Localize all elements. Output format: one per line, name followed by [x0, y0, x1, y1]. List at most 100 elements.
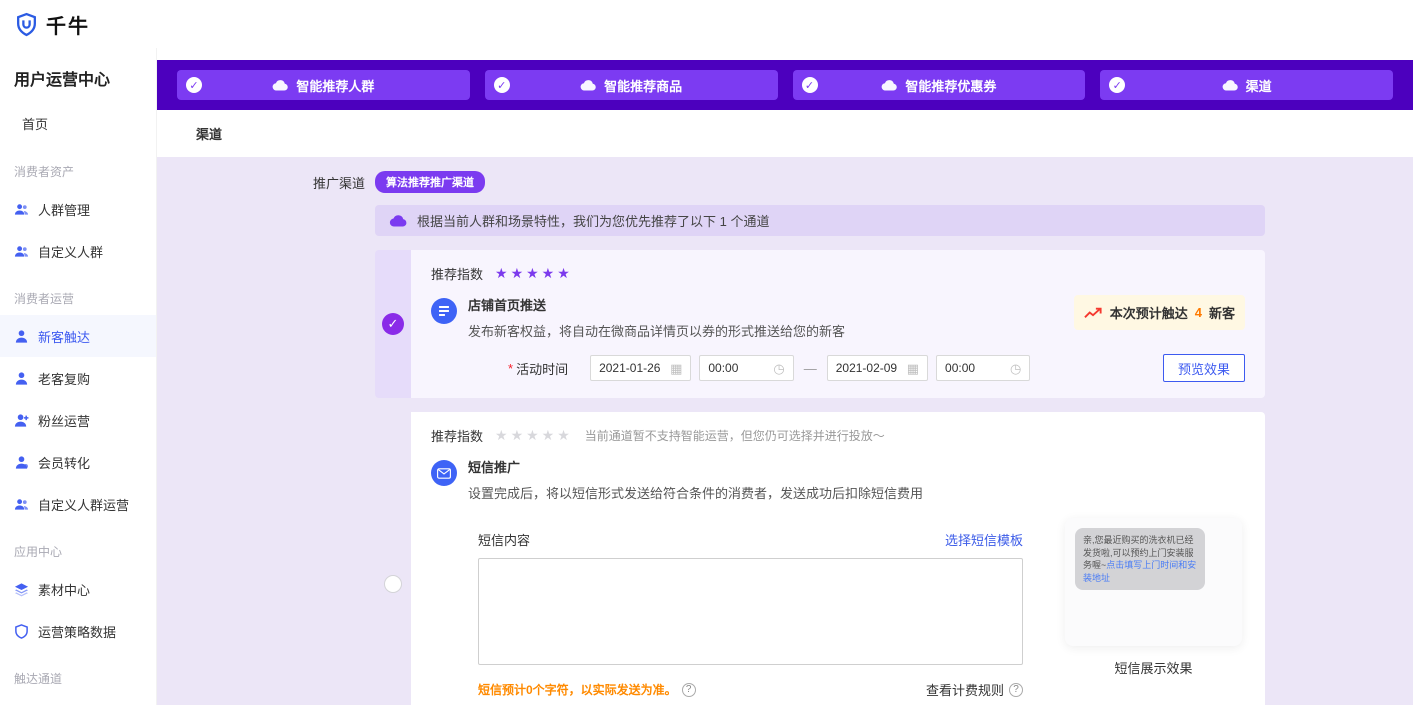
radio-unselected[interactable]	[384, 574, 402, 593]
algorithm-badge: 算法推荐推广渠道	[375, 171, 485, 193]
app-logo[interactable]: 千牛	[14, 10, 90, 39]
steps-bar: ✓ 智能推荐人群 ✓ 智能推荐商品 ✓ 智能推荐优惠券 ✓ 渠道	[157, 60, 1413, 110]
sidebar-item-home[interactable]: 首页	[0, 104, 156, 145]
billing-rule-link[interactable]: 查看计费规则	[926, 680, 1004, 699]
sidebar-item-member-conversion[interactable]: 会员转化	[0, 441, 156, 483]
sms-preview-caption: 短信展示效果	[1114, 661, 1193, 676]
sidebar-item-label: 新客触达	[38, 329, 91, 345]
help-icon[interactable]: ?	[1009, 682, 1023, 697]
people-icon	[14, 244, 29, 259]
step-label: 智能推荐商品	[604, 78, 683, 94]
preview-effect-button[interactable]: 预览效果	[1162, 354, 1245, 382]
tab-bar: 渠道	[157, 110, 1413, 157]
sidebar-item-label: 运营策略数据	[38, 624, 117, 640]
start-time-field[interactable]: ◷	[699, 355, 794, 381]
sms-bubble: 亲,您最近购买的洗衣机已经发货啦,可以预约上门安装服务喔~点击填写上门时间和安装…	[1075, 528, 1205, 591]
start-date-input[interactable]	[599, 361, 666, 375]
check-circle-icon: ✓	[186, 77, 202, 93]
sidebar: 用户运营中心 首页 消费者资产 人群管理 自定义人群 消费者运营 新客触达 老客…	[0, 48, 157, 705]
sidebar-title: 用户运营中心	[14, 72, 111, 89]
person-icon	[14, 455, 29, 470]
sms-content-textarea[interactable]	[478, 558, 1023, 665]
phone-preview: 亲,您最近购买的洗衣机已经发货啦,可以预约上门安装服务喔~点击填写上门时间和安装…	[1065, 518, 1242, 646]
start-date-field[interactable]: ▦	[590, 355, 692, 381]
channel-card-store: ✓ 推荐指数 ★★★★★ 店铺首页推送 发布新客权益，将自动在微商品详情页以券的…	[375, 250, 1265, 398]
help-icon[interactable]: ?	[681, 682, 696, 697]
step-label: 智能推荐人群	[296, 78, 375, 94]
smart-cloud-icon	[1222, 79, 1239, 91]
rating-stars: ★★★★★	[495, 265, 573, 281]
channel-title: 店铺首页推送	[468, 298, 547, 313]
channel-card-sms: 推荐指数 ★★★★★ 当前通道暂不支持智能运营，但您仍可选择并进行投放～ 短信推…	[375, 412, 1265, 705]
smart-cloud-icon	[272, 79, 289, 91]
section-label-reach-channel: 触达通道	[14, 672, 63, 686]
sms-preview-panel: 亲,您最近购买的洗衣机已经发货啦,可以预约上门安装服务喔~点击填写上门时间和安装…	[1065, 518, 1242, 705]
people-icon	[14, 497, 29, 512]
smart-cloud-icon	[389, 214, 408, 227]
sidebar-item-material-center[interactable]: 素材中心	[0, 568, 156, 610]
end-time-field[interactable]: ◷	[936, 355, 1031, 381]
person-icon	[14, 329, 29, 344]
step-channel[interactable]: ✓ 渠道	[1100, 70, 1393, 100]
step-smart-goods[interactable]: ✓ 智能推荐商品	[484, 70, 778, 100]
people-icon	[14, 202, 29, 217]
sidebar-item-strategy-data[interactable]: 运营策略数据	[0, 610, 156, 652]
top-bar: 千牛	[0, 0, 1413, 48]
required-mark: *	[508, 360, 514, 376]
layers-icon	[14, 582, 29, 597]
sidebar-item-label: 粉丝运营	[38, 413, 91, 429]
section-label-consumer-assets: 消费者资产	[14, 165, 75, 179]
rating-label: 推荐指数	[431, 429, 484, 444]
activity-time-label: 活动时间	[516, 361, 569, 377]
shield-icon	[14, 623, 29, 639]
step-smart-crowd[interactable]: ✓ 智能推荐人群	[177, 70, 470, 100]
sidebar-item-crowd-management[interactable]: 人群管理	[0, 188, 156, 230]
date-range-separator: —	[803, 360, 817, 376]
logo-text: 千牛	[46, 15, 90, 38]
section-label-consumer-operation: 消费者运营	[14, 292, 75, 306]
promo-channel-label: 推广渠道	[312, 175, 365, 191]
check-circle-icon: ✓	[1109, 77, 1126, 93]
content-area: 推广渠道 算法推荐推广渠道 根据当前人群和场景特性，我们为您优先推荐了以下 1 …	[157, 157, 1413, 705]
channel-desc: 发布新客权益，将自动在微商品详情页以券的形式推送给您的新客	[468, 324, 846, 339]
end-date-field[interactable]: ▦	[826, 355, 929, 381]
sidebar-item-fans-operation[interactable]: 粉丝运营	[0, 399, 156, 441]
sidebar-item-label: 会员转化	[38, 455, 91, 471]
sidebar-item-label: 自定义人群	[38, 244, 104, 260]
person-icon	[14, 371, 29, 386]
char-count-note: 短信预计0个字符，以实际发送为准。	[478, 683, 677, 697]
select-template-link[interactable]: 选择短信模板	[945, 530, 1023, 549]
sidebar-item-label: 人群管理	[38, 202, 91, 218]
selected-check-icon[interactable]: ✓	[382, 313, 404, 335]
step-label: 智能推荐优惠券	[905, 78, 997, 94]
store-push-icon	[431, 298, 457, 324]
sidebar-item-custom-crowd-operation[interactable]: 自定义人群运营	[0, 483, 156, 525]
estimate-prefix: 本次预计触达	[1109, 306, 1188, 321]
sidebar-item-custom-crowd[interactable]: 自定义人群	[0, 230, 156, 272]
section-label-app-center: 应用中心	[14, 545, 63, 559]
sms-envelope-icon	[431, 460, 457, 486]
smart-cloud-icon	[881, 79, 898, 91]
sidebar-item-label: 自定义人群运营	[38, 497, 130, 513]
clock-icon: ◷	[773, 360, 785, 376]
sidebar-item-repeat-purchase[interactable]: 老客复购	[0, 357, 156, 399]
trend-up-icon	[1084, 307, 1103, 319]
sidebar-item-label: 素材中心	[38, 582, 91, 598]
rating-note: 当前通道暂不支持智能运营，但您仍可选择并进行投放～	[584, 429, 885, 443]
end-time-input[interactable]	[945, 361, 1006, 375]
calendar-icon: ▦	[906, 360, 920, 376]
end-date-input[interactable]	[835, 361, 902, 375]
calendar-icon: ▦	[670, 360, 683, 376]
sidebar-item-new-customer-reach[interactable]: 新客触达	[0, 315, 156, 357]
check-circle-icon: ✓	[493, 77, 510, 93]
tab-channel[interactable]: 渠道	[196, 124, 222, 143]
check-circle-icon: ✓	[801, 77, 818, 93]
app-window: 千牛 用户运营中心 首页 消费者资产 人群管理 自定义人群 消费者运营 新客触达	[0, 0, 1413, 705]
main-area: ✓ 智能推荐人群 ✓ 智能推荐商品 ✓ 智能推荐优惠券 ✓ 渠道 渠道 推广渠道…	[157, 48, 1413, 705]
start-time-input[interactable]	[708, 361, 769, 375]
sms-content-label: 短信内容	[478, 533, 531, 548]
sidebar-item-label: 老客复购	[38, 371, 91, 387]
rating-label: 推荐指数	[431, 267, 484, 282]
estimate-suffix: 新客	[1208, 306, 1235, 321]
step-smart-coupon[interactable]: ✓ 智能推荐优惠券	[792, 70, 1086, 100]
